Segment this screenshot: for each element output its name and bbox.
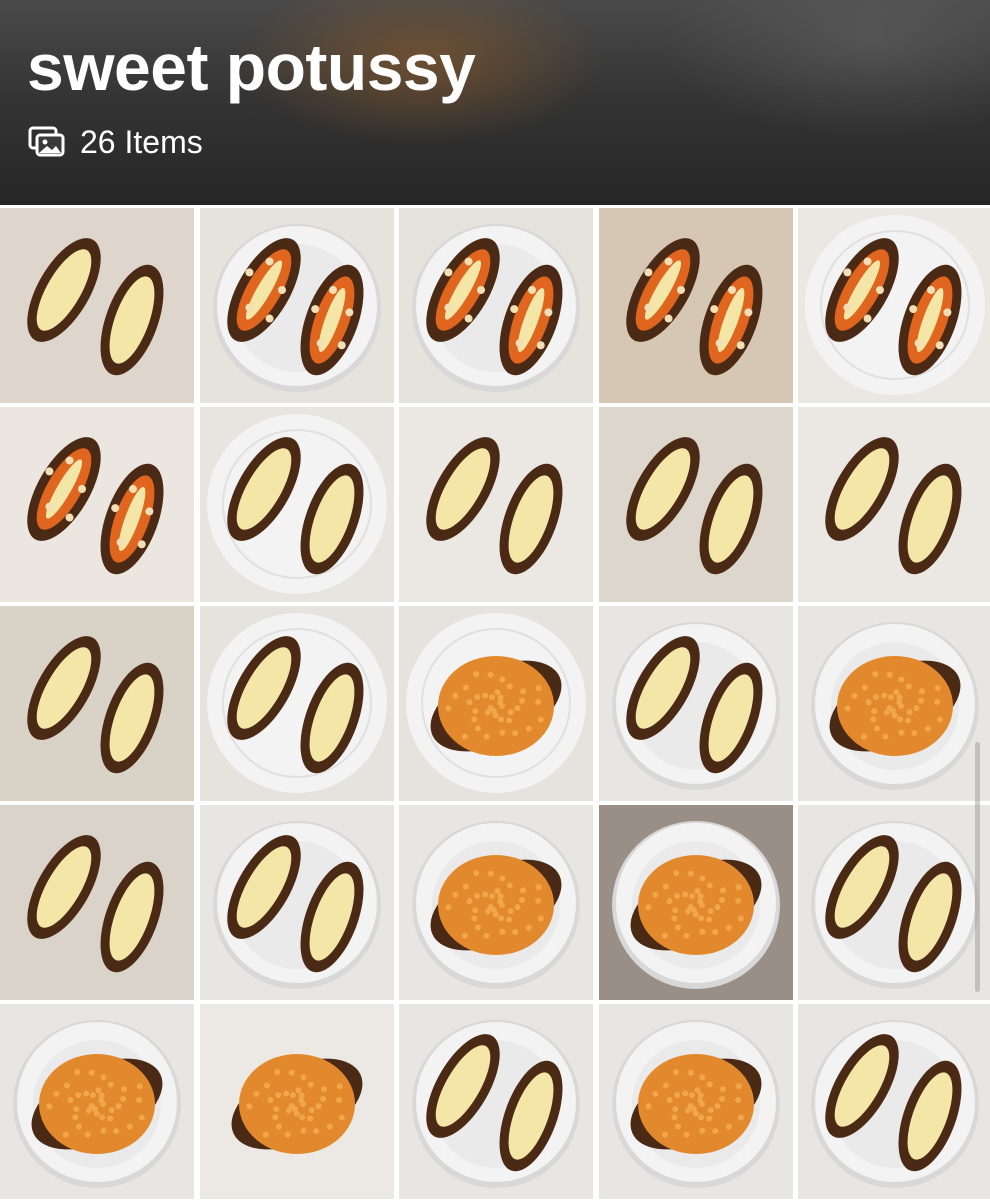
photo-thumbnail[interactable] bbox=[200, 606, 394, 801]
photo-thumbnail[interactable] bbox=[200, 208, 394, 403]
photo-thumbnail[interactable] bbox=[0, 407, 194, 602]
photo-thumbnail[interactable] bbox=[599, 805, 793, 1000]
photo-thumbnail[interactable] bbox=[200, 805, 394, 1000]
photo-grid bbox=[0, 208, 990, 1200]
photo-thumbnail[interactable] bbox=[599, 407, 793, 602]
album-title: sweet potussy bbox=[27, 30, 476, 104]
album-header: sweet potussy 26 Items bbox=[0, 0, 990, 205]
photo-stack-icon bbox=[28, 126, 66, 158]
photo-thumbnail[interactable] bbox=[599, 606, 793, 801]
photo-thumbnail[interactable] bbox=[0, 805, 194, 1000]
photo-thumbnail[interactable] bbox=[599, 1004, 793, 1199]
photo-thumbnail[interactable] bbox=[200, 407, 394, 602]
photo-thumbnail[interactable] bbox=[0, 606, 194, 801]
photo-thumbnail[interactable] bbox=[798, 407, 990, 602]
photo-thumbnail[interactable] bbox=[399, 1004, 593, 1199]
item-count: 26 Items bbox=[28, 123, 203, 161]
photo-thumbnail[interactable] bbox=[399, 606, 593, 801]
item-count-label: 26 Items bbox=[80, 123, 203, 160]
photo-thumbnail[interactable] bbox=[798, 208, 990, 403]
photo-thumbnail[interactable] bbox=[599, 208, 793, 403]
photo-thumbnail[interactable] bbox=[399, 805, 593, 1000]
photo-thumbnail[interactable] bbox=[798, 805, 990, 1000]
photo-thumbnail[interactable] bbox=[798, 1004, 990, 1199]
photo-thumbnail[interactable] bbox=[200, 1004, 394, 1199]
photo-thumbnail[interactable] bbox=[399, 407, 593, 602]
photo-thumbnail[interactable] bbox=[399, 208, 593, 403]
photo-thumbnail[interactable] bbox=[0, 1004, 194, 1199]
photo-thumbnail[interactable] bbox=[798, 606, 990, 801]
scrollbar[interactable] bbox=[975, 742, 980, 992]
photo-thumbnail[interactable] bbox=[0, 208, 194, 403]
